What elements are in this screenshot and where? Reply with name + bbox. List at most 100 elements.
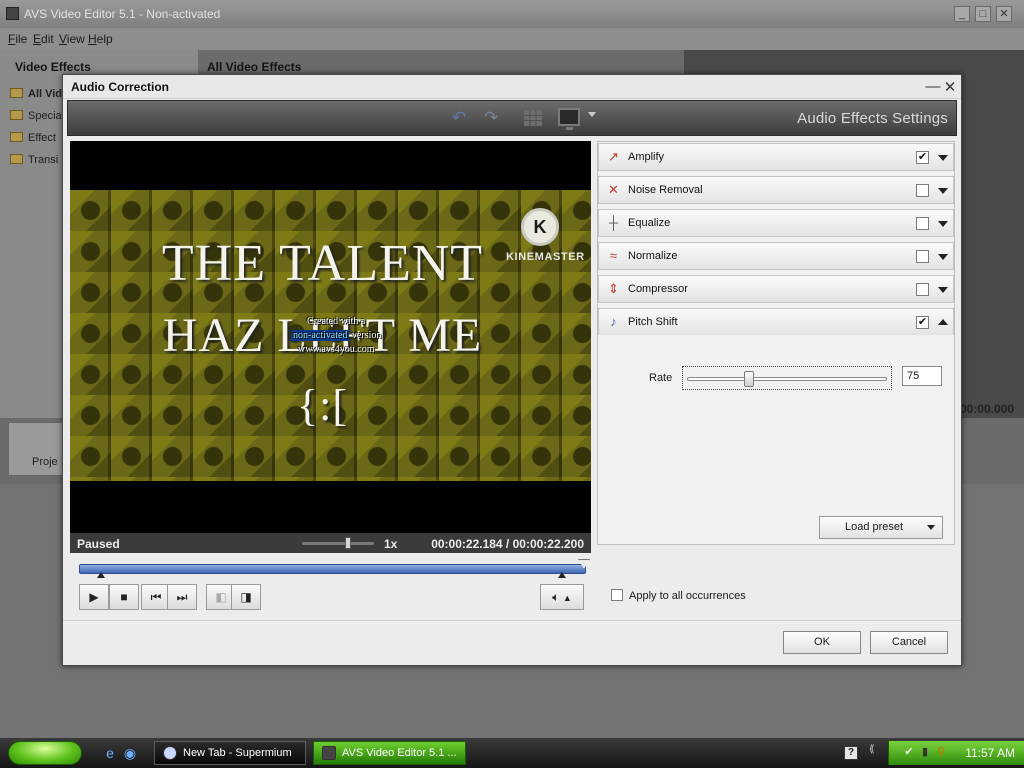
menu-edit[interactable]: Edit: [33, 32, 54, 46]
play-button[interactable]: ▶: [79, 584, 109, 610]
tree-item-special[interactable]: Specia: [10, 110, 62, 122]
dialog-titlebar: Audio Correction — ✕: [63, 75, 961, 99]
chevron-down-icon[interactable]: [938, 287, 948, 293]
amplify-icon: ↗: [608, 149, 619, 164]
left-panel-title: Video Effects: [15, 60, 91, 74]
watermark-highlight: non-activated: [291, 330, 350, 341]
checkmark-tray-icon[interactable]: ✔: [903, 746, 915, 759]
apply-to-all-checkbox[interactable]: Apply to all occurrences: [611, 589, 746, 602]
volume-button[interactable]: 🔈︎ ▲: [540, 584, 584, 610]
effect-label-pitch-shift: Pitch Shift: [628, 316, 678, 328]
normalize-checkbox[interactable]: [916, 250, 929, 263]
start-button[interactable]: [8, 741, 82, 765]
audio-effects-panel: ↗ Amplify ✔ ✕ Noise Removal ┼ Equalize ≈…: [597, 141, 955, 545]
help-tray-icon[interactable]: ?: [844, 746, 858, 760]
speed-slider-thumb[interactable]: [345, 537, 351, 549]
equalize-checkbox[interactable]: [916, 217, 929, 230]
mark-out-button[interactable]: ◨: [231, 584, 261, 610]
dialog-close-icon[interactable]: ✕: [942, 78, 958, 96]
apply-to-all-label: Apply to all occurrences: [629, 590, 746, 602]
folder-icon: [10, 88, 23, 98]
tree-item-transitions[interactable]: Transi: [10, 154, 58, 166]
compressor-checkbox[interactable]: [916, 283, 929, 296]
player-status: Paused: [77, 537, 120, 551]
player-timecode: 00:00:22.184 / 00:00:22.200: [431, 537, 584, 551]
minimize-icon[interactable]: _: [954, 6, 970, 22]
dialog-title: Audio Correction: [71, 80, 169, 94]
taskbar-item-avs-video-editor[interactable]: AVS Video Editor 5.1 ...: [313, 741, 466, 765]
rate-slider[interactable]: [682, 366, 892, 390]
selection-start-marker[interactable]: [97, 572, 105, 578]
rate-slider-thumb[interactable]: [744, 371, 754, 387]
monitor-dropdown-icon[interactable]: [588, 112, 596, 117]
next-frame-button[interactable]: ⏭: [167, 584, 197, 610]
ok-button[interactable]: OK: [783, 631, 861, 654]
app-menubar: File Edit View Help: [0, 28, 1024, 50]
effect-row-pitch-shift[interactable]: ♪ Pitch Shift ✔: [598, 308, 954, 336]
chevron-down-icon[interactable]: [938, 188, 948, 194]
menu-view[interactable]: View: [59, 32, 85, 46]
dialog-minimize-icon[interactable]: —: [925, 78, 941, 95]
pitch-shift-checkbox[interactable]: ✔: [916, 316, 929, 329]
cancel-button[interactable]: Cancel: [870, 631, 948, 654]
checkbox-icon[interactable]: [611, 589, 623, 601]
app-titlebar: AVS Video Editor 5.1 - Non-activated _ □…: [0, 0, 1024, 28]
video-text-line1: THE TALENT: [161, 235, 484, 292]
chevron-down-icon[interactable]: [938, 254, 948, 260]
undo-icon[interactable]: ↶: [448, 108, 470, 128]
selection-end-marker[interactable]: [558, 572, 566, 578]
clock: 11:57 AM: [965, 746, 1015, 760]
effect-row-equalize[interactable]: ┼ Equalize: [598, 209, 954, 237]
mark-in-icon: ◧: [215, 590, 227, 604]
search-tray-icon[interactable]: ⚲: [935, 746, 947, 759]
audio-correction-dialog: Audio Correction — ✕ ↶ ↷ Audio Effects S…: [62, 74, 962, 666]
close-icon[interactable]: ✕: [996, 6, 1012, 22]
speed-slider[interactable]: [302, 542, 374, 545]
tree-item-all[interactable]: All Vide: [10, 88, 68, 100]
internet-explorer-icon[interactable]: e: [102, 745, 118, 761]
load-preset-label: Load preset: [845, 521, 904, 533]
monitor-icon[interactable]: [558, 108, 580, 130]
tree-item-effects[interactable]: Effect: [10, 132, 56, 144]
chevron-down-icon[interactable]: [938, 221, 948, 227]
stop-button[interactable]: ■: [109, 584, 139, 610]
chevron-down-icon[interactable]: [938, 155, 948, 161]
watermark-line2-tail: version: [351, 330, 382, 341]
grid-icon[interactable]: [524, 110, 542, 126]
effect-row-compressor[interactable]: ⇕ Compressor: [598, 275, 954, 303]
effect-label-equalize: Equalize: [628, 217, 671, 229]
rate-slider-track[interactable]: [687, 377, 887, 381]
menu-file[interactable]: File: [8, 32, 27, 46]
system-tray: ✔ ▮ ⚲ 11:57 AM: [888, 741, 1024, 765]
watermark-line3: www.avs4you.com: [297, 344, 375, 355]
tray-expand-icon[interactable]: ⟪: [869, 744, 875, 755]
mark-out-icon: ◨: [240, 590, 252, 604]
noise-removal-icon: ✕: [608, 182, 619, 197]
dialog-toolbar: ↶ ↷ Audio Effects Settings: [67, 100, 957, 136]
noise-removal-checkbox[interactable]: [916, 184, 929, 197]
effect-row-noise-removal[interactable]: ✕ Noise Removal: [598, 176, 954, 204]
load-preset-dropdown[interactable]: Load preset: [819, 516, 943, 539]
rate-value-field[interactable]: 75: [902, 366, 942, 386]
avs-editor-icon: [322, 746, 336, 760]
chevron-up-icon[interactable]: [938, 319, 948, 325]
effect-row-normalize[interactable]: ≈ Normalize: [598, 242, 954, 270]
skip-forward-icon: ⏭: [176, 590, 188, 604]
rate-label: Rate: [649, 372, 673, 384]
kinemaster-logo-text: KINEMASTER: [506, 251, 585, 263]
browser-icon[interactable]: ◉: [122, 745, 138, 761]
project-button-label: Proje: [32, 456, 58, 468]
menu-help[interactable]: Help: [88, 32, 113, 46]
effect-row-amplify[interactable]: ↗ Amplify ✔: [598, 143, 954, 171]
video-preview: THE TALENT HAZ LEFT ME {:[ K KINEMASTER …: [70, 141, 591, 533]
seek-bar[interactable]: [79, 564, 586, 574]
amplify-checkbox[interactable]: ✔: [916, 151, 929, 164]
redo-icon[interactable]: ↷: [480, 108, 502, 128]
play-icon: ▶: [89, 590, 99, 604]
equalize-icon: ┼: [608, 215, 619, 230]
maximize-icon[interactable]: □: [975, 6, 991, 22]
effect-label-compressor: Compressor: [628, 283, 688, 295]
network-tray-icon[interactable]: ▮: [919, 746, 931, 759]
taskbar-item-new-tab[interactable]: New Tab - Supermium: [154, 741, 306, 765]
app-title: AVS Video Editor 5.1 - Non-activated: [24, 7, 221, 21]
